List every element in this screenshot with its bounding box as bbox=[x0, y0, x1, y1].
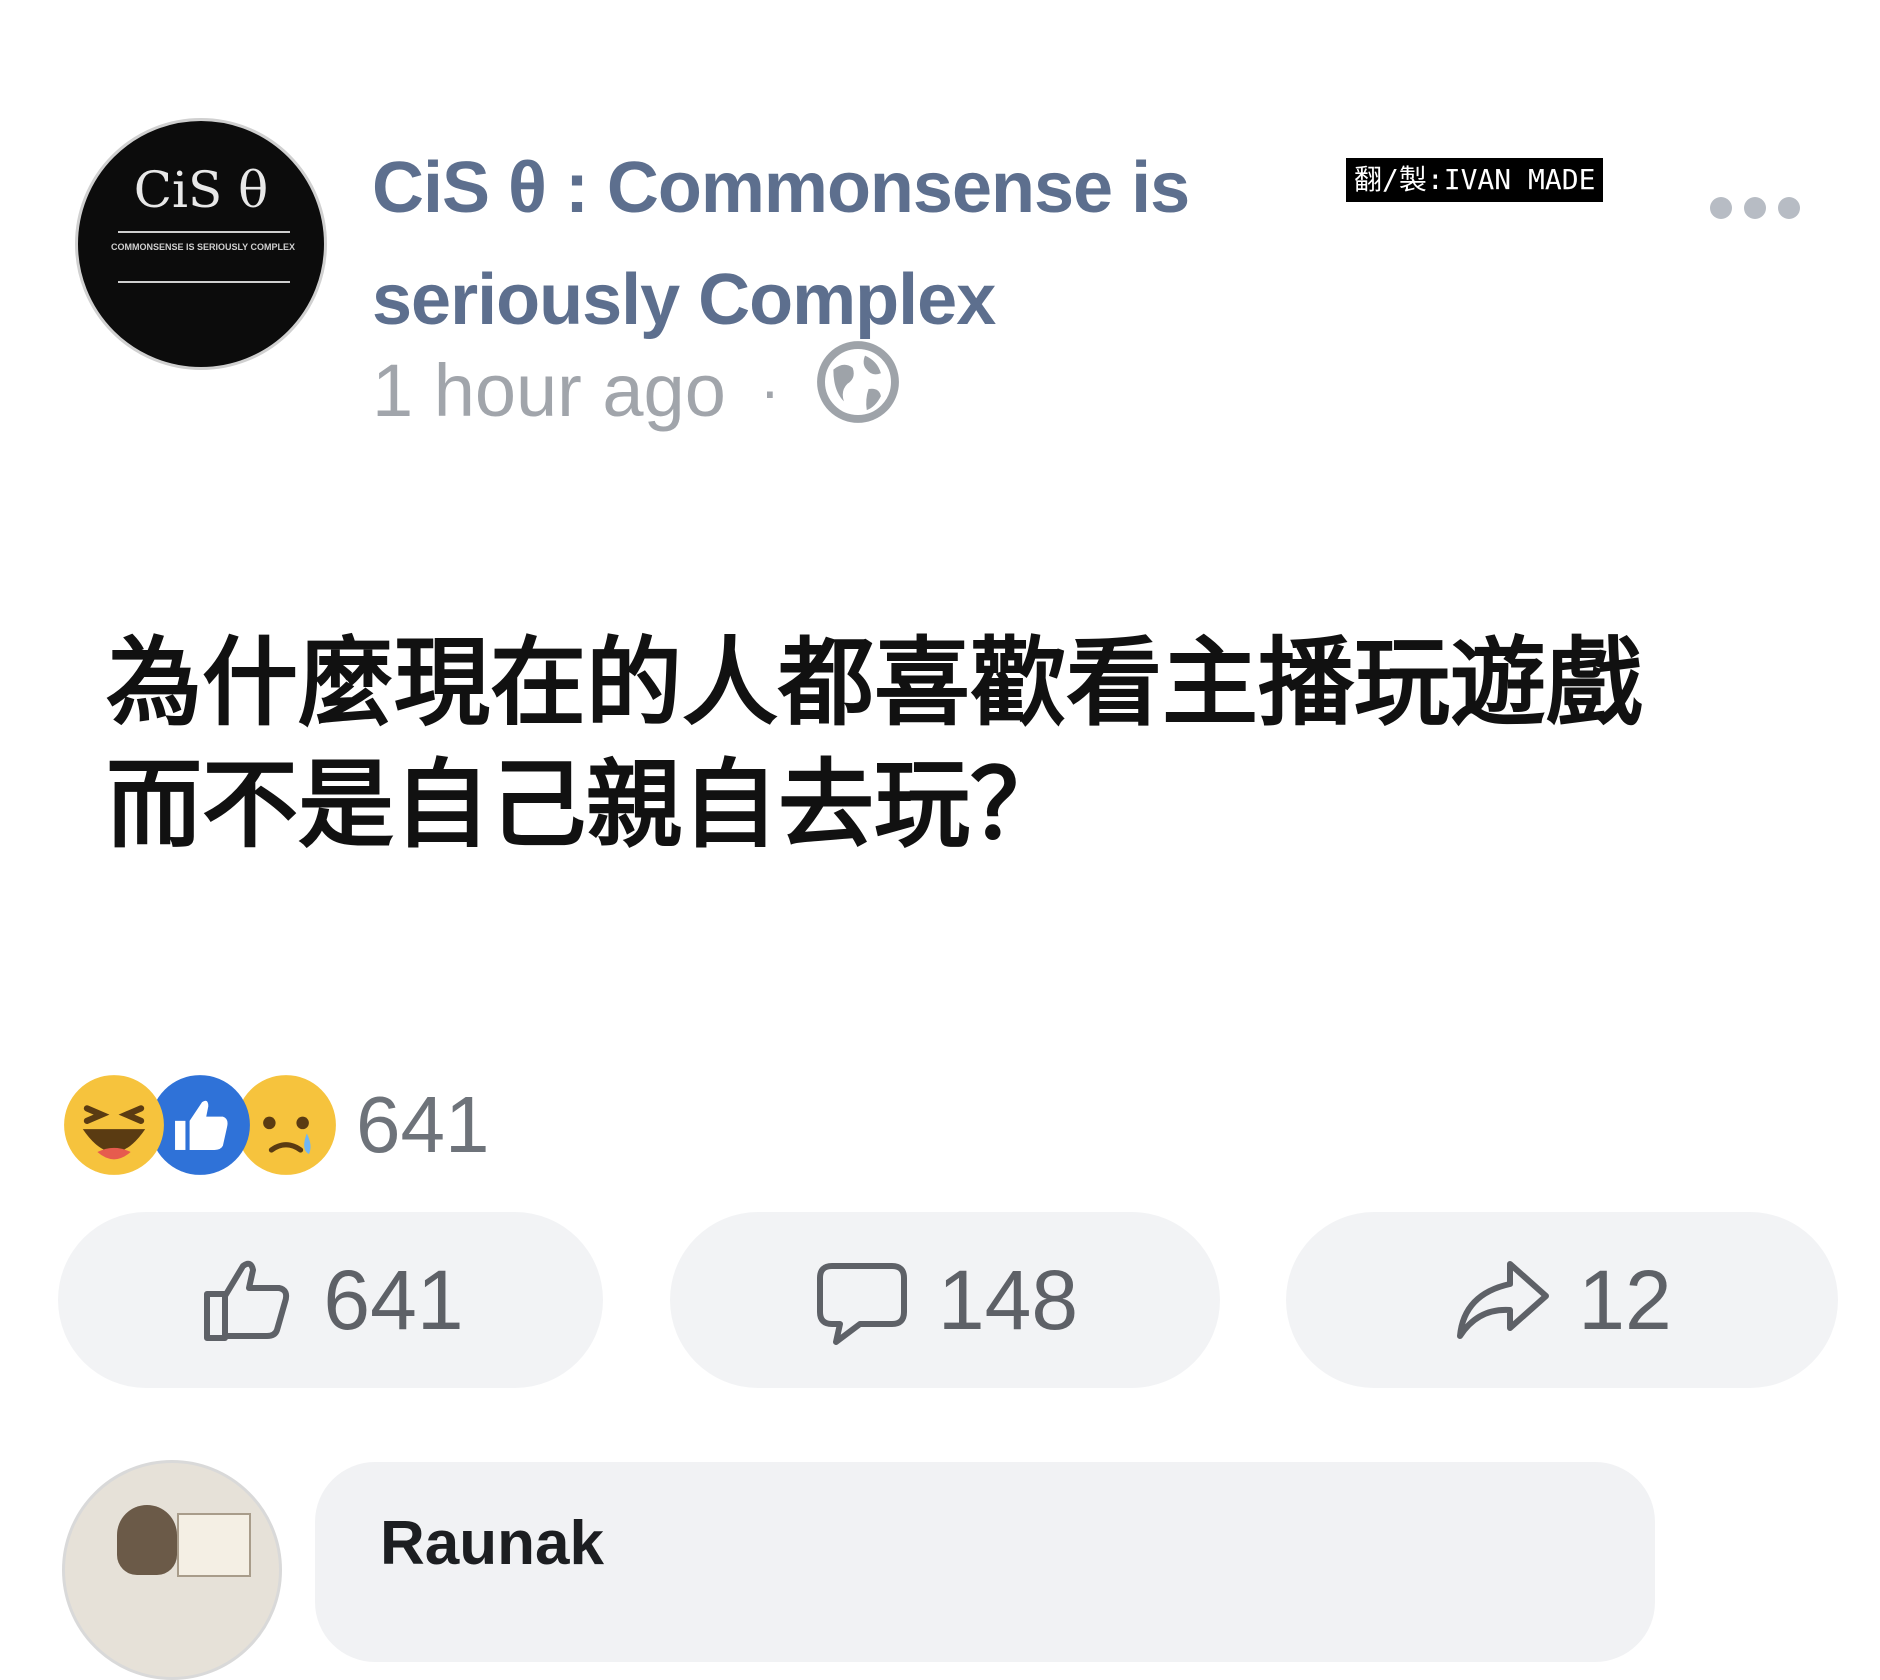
watermark: 翻/製:IVAN MADE bbox=[1346, 158, 1604, 202]
commenter-avatar[interactable] bbox=[62, 1460, 282, 1680]
reactions-summary[interactable]: 641 bbox=[62, 1070, 489, 1180]
share-count: 12 bbox=[1578, 1252, 1672, 1347]
share-icon bbox=[1457, 1261, 1550, 1339]
comment-button[interactable]: 148 bbox=[670, 1212, 1220, 1388]
post-meta: 1 hour ago · bbox=[372, 340, 902, 435]
avatar-divider bbox=[118, 281, 290, 283]
more-dots-icon bbox=[1744, 197, 1766, 219]
avatar-paper bbox=[177, 1513, 251, 1577]
post-header: CiS θ COMMONSENSE IS SERIOUSLY COMPLEX C… bbox=[0, 0, 1880, 460]
more-dots-icon bbox=[1778, 197, 1800, 219]
more-options-button[interactable] bbox=[1700, 188, 1810, 228]
like-count: 641 bbox=[323, 1252, 464, 1347]
like-button[interactable]: 641 bbox=[58, 1212, 603, 1388]
share-button[interactable]: 12 bbox=[1286, 1212, 1838, 1388]
post-text-line: 而不是自己親自去玩？ bbox=[106, 749, 1066, 861]
comment-author[interactable]: Raunak bbox=[380, 1508, 604, 1579]
post-text-line: 為什麼現在的人都喜歡看主播玩遊戲 bbox=[106, 627, 1642, 739]
comment-count: 148 bbox=[937, 1252, 1079, 1347]
post-timestamp[interactable]: 1 hour ago bbox=[372, 348, 726, 433]
meta-separator: · bbox=[759, 356, 780, 424]
post-text: 為什麼現在的人都喜歡看主播玩遊戲 而不是自己親自去玩？ bbox=[106, 622, 1806, 866]
avatar-logo: CiS θ bbox=[133, 161, 269, 219]
more-dots-icon bbox=[1710, 197, 1732, 219]
reaction-count: 641 bbox=[356, 1080, 490, 1169]
page-avatar[interactable]: CiS θ COMMONSENSE IS SERIOUSLY COMPLEX bbox=[75, 118, 327, 370]
avatar-face bbox=[117, 1505, 177, 1575]
avatar-divider bbox=[118, 231, 290, 233]
thumbs-up-icon bbox=[204, 1260, 290, 1341]
page-name[interactable]: CiS θ : Commonsense is seriously Complex bbox=[372, 132, 1372, 356]
haha-icon bbox=[62, 1073, 166, 1177]
comment-icon bbox=[816, 1263, 907, 1345]
globe-icon[interactable] bbox=[814, 338, 902, 443]
avatar-tagline: COMMONSENSE IS SERIOUSLY COMPLEX bbox=[110, 242, 296, 252]
action-bar: 641 148 12 bbox=[58, 1212, 1838, 1388]
